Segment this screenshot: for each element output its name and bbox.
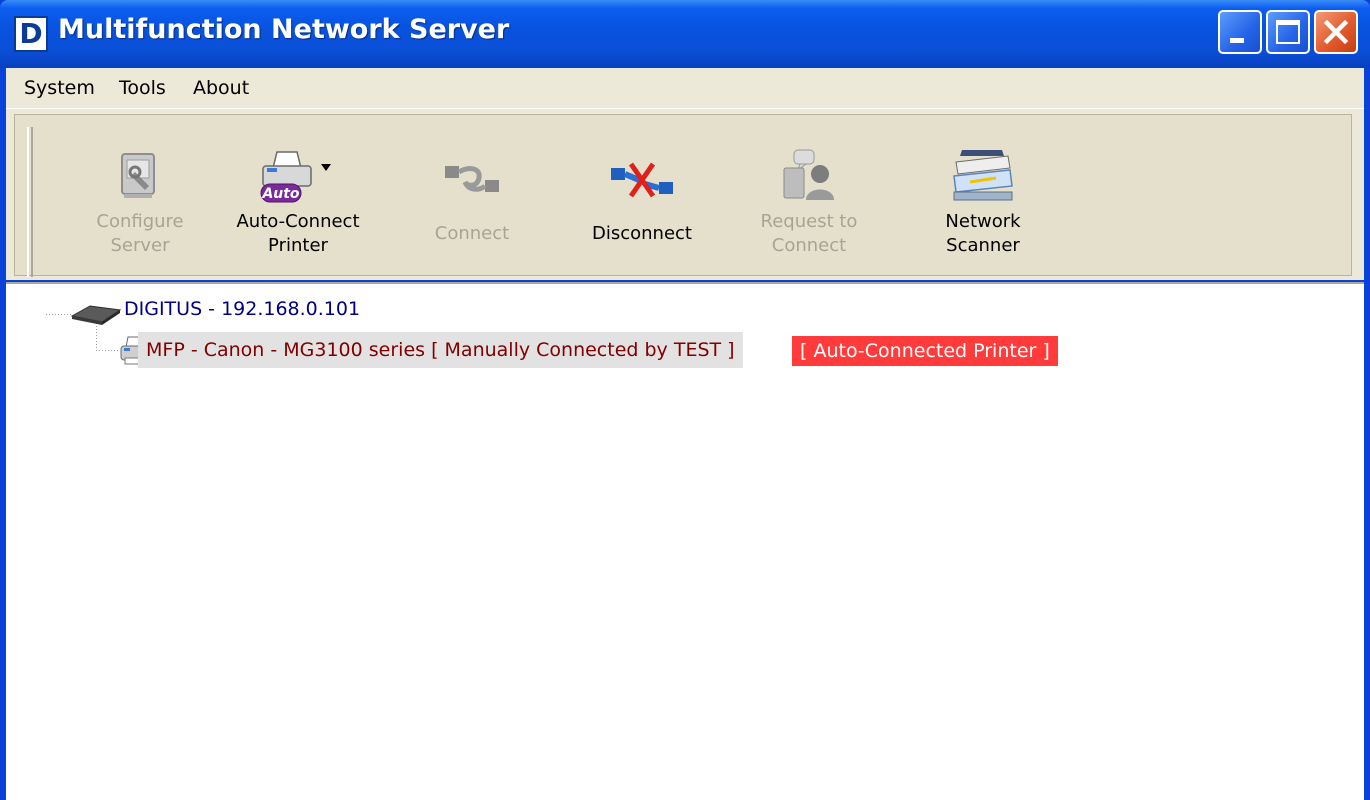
configure-server-label: Configure Server: [96, 211, 184, 256]
request-connect-icon: [783, 149, 834, 200]
window-title: Multifunction Network Server: [58, 14, 510, 45]
close-icon: [1323, 19, 1349, 45]
network-scanner-button[interactable]: Network Scanner: [918, 146, 1048, 266]
device-node-selected[interactable]: MFP - Canon - MG3100 series [ Manually C…: [138, 332, 743, 368]
title-bar[interactable]: D Multifunction Network Server: [0, 0, 1370, 68]
maximize-icon: [1276, 20, 1300, 44]
menu-bar: System Tools About: [6, 68, 1364, 108]
disconnect-icon: [611, 162, 673, 198]
toolbar-grip[interactable]: [27, 127, 33, 277]
menu-about[interactable]: About: [193, 77, 249, 99]
close-button[interactable]: [1314, 10, 1358, 54]
menu-tools[interactable]: Tools: [119, 77, 166, 99]
minimize-button[interactable]: [1218, 10, 1262, 54]
server-node-label[interactable]: DIGITUS - 192.168.0.101: [124, 298, 360, 320]
auto-connect-printer-icon: Auto: [260, 151, 331, 203]
configure-server-button[interactable]: Configure Server: [75, 146, 205, 266]
auto-connected-badge: [ Auto-Connected Printer ]: [792, 336, 1058, 366]
app-logo-letter: D: [19, 17, 43, 50]
connect-label: Connect: [434, 223, 510, 244]
minimize-icon: [1230, 38, 1244, 43]
print-server-icon: [70, 305, 122, 325]
network-scanner-label: Network Scanner: [945, 211, 1021, 256]
device-tree: DIGITUS - 192.168.0.101 MFP - Canon - MG…: [6, 282, 1364, 800]
configure-server-icon: [121, 153, 155, 198]
connect-button[interactable]: Connect: [407, 146, 537, 266]
network-scanner-icon: [953, 150, 1013, 201]
maximize-button[interactable]: [1266, 10, 1310, 54]
auto-badge-text: Auto: [261, 186, 299, 202]
menu-system[interactable]: System: [24, 77, 95, 99]
connect-icon: [445, 166, 499, 192]
app-window: D Multifunction Network Server System To…: [0, 0, 1370, 800]
device-node-label: MFP - Canon - MG3100 series [ Manually C…: [146, 339, 735, 361]
disconnect-label: Disconnect: [592, 223, 692, 244]
app-logo-icon: D: [14, 16, 48, 52]
auto-connected-badge-text: [ Auto-Connected Printer ]: [800, 340, 1050, 362]
auto-connect-printer-button[interactable]: Auto Auto-Connect Printer: [233, 146, 363, 266]
request-to-connect-button[interactable]: Request to Connect: [744, 146, 874, 266]
disconnect-button[interactable]: Disconnect: [577, 146, 707, 266]
auto-connect-printer-label: Auto-Connect Printer: [236, 211, 360, 256]
request-to-connect-label: Request to Connect: [760, 211, 858, 256]
